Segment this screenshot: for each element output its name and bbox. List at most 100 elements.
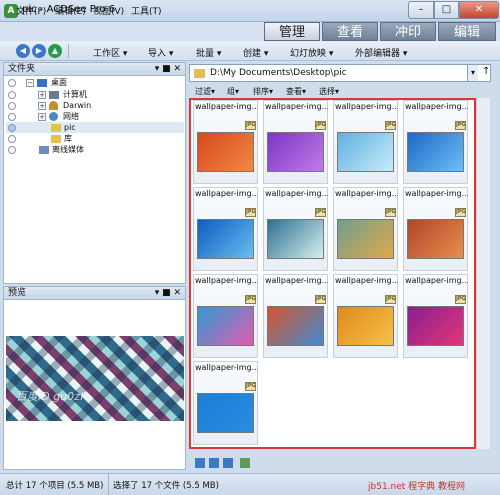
- tab-develop[interactable]: 冲印: [380, 22, 436, 41]
- tree-item-offline-media[interactable]: 离线媒体: [6, 144, 184, 155]
- status-divider: [108, 474, 109, 495]
- jpg-badge-icon: JPG: [455, 295, 466, 304]
- tab-edit[interactable]: 编辑: [438, 22, 496, 41]
- status-selected: 选择了 17 个文件 (5.5 MB): [113, 481, 219, 491]
- slideshow-label: 幻灯放映: [290, 49, 327, 59]
- menu-edit[interactable]: 编辑(E): [55, 4, 86, 17]
- chevron-down-icon: ▾: [235, 87, 240, 96]
- maximize-button[interactable]: □: [434, 1, 459, 19]
- expand-icon[interactable]: +: [38, 102, 46, 110]
- file-tile[interactable]: wallpaper-img... JPG: [333, 274, 398, 358]
- view-icon-2[interactable]: [209, 458, 219, 468]
- tab-view[interactable]: 查看: [322, 22, 378, 41]
- select-menu[interactable]: 选择▾: [319, 86, 339, 97]
- filter-label: 过滤: [195, 87, 211, 96]
- collapse-icon[interactable]: −: [26, 79, 34, 87]
- preview-panel-header: 预览 ▾ ■ ✕: [4, 287, 185, 300]
- file-tile[interactable]: wallpaper-img... JPG: [403, 187, 468, 271]
- up-folder-icon[interactable]: ▲: [48, 44, 62, 58]
- panel-controls-icon[interactable]: ▾ ■ ✕: [155, 63, 181, 76]
- file-name: wallpaper-img...: [405, 276, 468, 285]
- back-icon[interactable]: ◀: [16, 44, 30, 58]
- tree-marker: [8, 124, 16, 132]
- chevron-down-icon: ▾: [328, 49, 334, 59]
- tab-manage[interactable]: 管理: [264, 22, 320, 41]
- file-name: wallpaper-img...: [405, 189, 468, 198]
- tree-marker: [8, 102, 16, 110]
- chevron-down-icon: ▾: [216, 49, 222, 59]
- tree-item-label: pic: [64, 123, 76, 132]
- tree-item-network[interactable]: + 网络: [6, 111, 184, 122]
- file-name: wallpaper-img...: [195, 102, 258, 111]
- tree-item-desktop[interactable]: − 桌面: [6, 77, 184, 88]
- tree-item-library[interactable]: 库: [6, 133, 184, 144]
- workspace-label: 工作区: [93, 49, 121, 59]
- user-icon: [49, 101, 58, 110]
- import-button[interactable]: 导入 ▾: [148, 46, 173, 59]
- create-button[interactable]: 创建 ▾: [243, 46, 268, 59]
- close-button[interactable]: ✕: [459, 1, 499, 19]
- file-tile[interactable]: wallpaper-img... JPG: [263, 187, 328, 271]
- external-editor-button[interactable]: 外部编辑器 ▾: [355, 46, 407, 59]
- chevron-down-icon: ▾: [168, 49, 174, 59]
- tree-item-darwin[interactable]: + Darwin: [6, 100, 184, 111]
- thumbnail-image: [407, 219, 464, 259]
- menu-view[interactable]: 视图(V): [93, 4, 124, 17]
- expand-icon[interactable]: +: [38, 113, 46, 121]
- file-tile[interactable]: wallpaper-img... JPG: [263, 274, 328, 358]
- file-tile[interactable]: wallpaper-img... JPG: [263, 100, 328, 184]
- up-arrow-icon[interactable]: ↑: [482, 66, 490, 77]
- chevron-down-icon: ▾: [402, 49, 408, 59]
- expand-icon[interactable]: +: [38, 91, 46, 99]
- vertical-scrollbar[interactable]: [476, 98, 490, 449]
- folder-icon: [51, 124, 61, 132]
- chevron-down-icon: ▾: [211, 87, 216, 96]
- tree-marker: [8, 91, 16, 99]
- jpg-badge-icon: JPG: [245, 121, 256, 130]
- tree-item-computer[interactable]: + 计算机: [6, 89, 184, 100]
- path-dropdown-icon[interactable]: ▾: [467, 65, 478, 81]
- file-list-pane: wallpaper-img... JPG wallpaper-img... JPG wa…: [189, 98, 476, 449]
- folder-icon: [51, 135, 61, 143]
- computer-icon: [49, 91, 59, 99]
- sort-menu[interactable]: 排序▾: [253, 86, 273, 97]
- jpg-badge-icon: JPG: [455, 208, 466, 217]
- workspace-button[interactable]: 工作区 ▾: [93, 46, 127, 59]
- file-name: wallpaper-img...: [405, 102, 468, 111]
- thumbnail-image: [197, 132, 254, 172]
- preview-image: 百度ID gu0zf: [6, 336, 184, 421]
- folder-icon: [194, 69, 205, 78]
- folder-panel-header: 文件夹 ▾ ■ ✕: [4, 63, 185, 76]
- file-tile[interactable]: wallpaper-img... JPG: [193, 274, 258, 358]
- file-tile[interactable]: wallpaper-img... JPG: [193, 100, 258, 184]
- menu-tools[interactable]: 工具(T): [131, 4, 162, 17]
- thumbnail-image: [267, 306, 324, 346]
- tree-item-label: 库: [64, 134, 72, 143]
- file-tile[interactable]: wallpaper-img... JPG: [193, 187, 258, 271]
- panel-controls-icon[interactable]: ▾ ■ ✕: [155, 287, 181, 300]
- view-icon-1[interactable]: [195, 458, 205, 468]
- view-icon-4[interactable]: [240, 458, 250, 468]
- menu-file[interactable]: 文件(F): [16, 4, 46, 17]
- tree-item-pic[interactable]: pic: [6, 122, 184, 133]
- file-tile[interactable]: wallpaper-img... JPG: [403, 274, 468, 358]
- file-name: wallpaper-img...: [195, 189, 258, 198]
- path-bar[interactable]: D:\My Documents\Desktop\pic ▾: [189, 64, 491, 82]
- group-menu[interactable]: 组▾: [227, 86, 239, 97]
- file-tile[interactable]: wallpaper-img... JPG: [403, 100, 468, 184]
- batch-label: 批量: [196, 49, 215, 59]
- slideshow-button[interactable]: 幻灯放映 ▾: [290, 46, 333, 59]
- path-field[interactable]: D:\My Documents\Desktop\pic: [210, 68, 347, 78]
- forward-icon[interactable]: ▶: [32, 44, 46, 58]
- sort-label: 排序: [253, 87, 269, 96]
- create-label: 创建: [243, 49, 262, 59]
- filter-menu[interactable]: 过滤▾: [195, 86, 215, 97]
- file-tile[interactable]: wallpaper-img... JPG: [333, 100, 398, 184]
- view-icon-3[interactable]: [223, 458, 233, 468]
- file-tile[interactable]: wallpaper-img... JPG: [193, 361, 258, 445]
- batch-button[interactable]: 批量 ▾: [196, 46, 221, 59]
- file-name: wallpaper-img...: [265, 276, 328, 285]
- file-tile[interactable]: wallpaper-img... JPG: [333, 187, 398, 271]
- minimize-button[interactable]: –: [408, 1, 434, 19]
- view-menu[interactable]: 查看▾: [286, 86, 306, 97]
